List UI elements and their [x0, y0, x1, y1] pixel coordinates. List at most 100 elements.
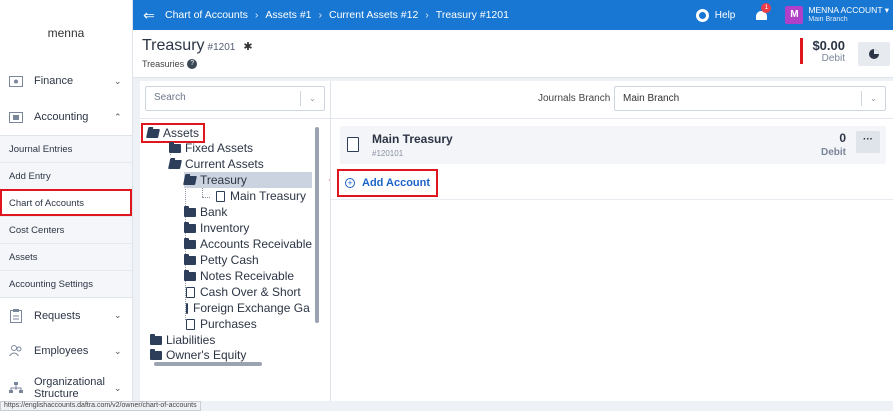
- breadcrumb-current-assets[interactable]: Current Assets #12: [329, 9, 418, 21]
- tree-node-owners-equity[interactable]: Owner's Equity: [150, 347, 246, 363]
- tree-node-petty-cash[interactable]: Petty Cash: [184, 252, 259, 268]
- folder-icon: [169, 141, 181, 153]
- account-balance-label: Debit: [821, 147, 846, 158]
- tree-node-label: Cash Over & Short: [200, 285, 301, 299]
- help-label: Help: [714, 9, 736, 21]
- account-name[interactable]: Main Treasury: [372, 132, 453, 146]
- org-chart-icon: [8, 381, 24, 395]
- tree-node-purchases[interactable]: Purchases: [186, 316, 257, 332]
- folder-icon: [184, 269, 196, 281]
- chevron-down-icon: ⌄: [114, 310, 122, 320]
- divider: [331, 199, 893, 200]
- tree-node-bank[interactable]: Bank: [184, 204, 227, 220]
- tree-node-label: Inventory: [200, 221, 250, 235]
- page-header: Treasury #1201 ✱ Treasuries ? $0.00 Debit: [133, 30, 893, 78]
- sidebar-subitem-cost-centers[interactable]: Cost Centers: [0, 216, 132, 243]
- chevron-down-icon[interactable]: ⌄: [861, 91, 885, 106]
- folder-icon: [184, 205, 196, 217]
- divider: [331, 118, 893, 119]
- sidebar-item-employees[interactable]: Employees ⌄: [0, 333, 132, 369]
- account-name: MENNA ACCOUNT: [808, 5, 883, 15]
- more-options-button[interactable]: ···: [856, 131, 880, 153]
- org-line-2: Structure: [34, 388, 79, 400]
- page-title: Treasury #1201 ✱: [142, 37, 253, 55]
- balance-summary: $0.00 Debit: [800, 38, 845, 64]
- sidebar-item-label: Employees: [34, 345, 89, 357]
- search-input[interactable]: Search ⌄: [145, 86, 325, 111]
- tree-node-label: Main Treasury: [230, 189, 307, 203]
- account-details-panel: Journals Branch Main Branch ⌄ Main Treas…: [330, 81, 893, 401]
- tree-node-label: Liabilities: [166, 333, 216, 347]
- sidebar: menna Finance ⌄ Accounting ⌃ Journal Ent…: [0, 0, 133, 411]
- sidebar-subitem-add-entry[interactable]: Add Entry: [0, 162, 132, 189]
- folder-icon: [150, 348, 162, 360]
- chart-button[interactable]: [858, 42, 890, 66]
- collapse-sidebar-icon[interactable]: ⇐: [133, 7, 165, 24]
- vertical-scrollbar[interactable]: [315, 127, 319, 323]
- sidebar-item-requests[interactable]: Requests ⌄: [0, 297, 132, 333]
- chevron-down-icon: ⌄: [114, 345, 122, 356]
- tree-node-current-assets[interactable]: Current Assets: [168, 156, 264, 172]
- file-icon: [216, 190, 225, 202]
- notification-badge: 1: [761, 3, 772, 13]
- file-icon: [186, 302, 188, 314]
- sidebar-subitem-assets[interactable]: Assets: [0, 243, 132, 270]
- sidebar-subitem-journal-entries[interactable]: Journal Entries: [0, 135, 132, 162]
- chevron-up-icon: ⌃: [114, 111, 122, 122]
- tree-node-label: Purchases: [200, 317, 257, 331]
- tree-node-label: Owner's Equity: [166, 348, 247, 362]
- status-url: https://englishaccounts.daftra.com/v2/ow…: [0, 401, 201, 411]
- sidebar-item-finance[interactable]: Finance ⌄: [0, 63, 132, 99]
- page-title-text: Treasury: [142, 37, 205, 54]
- breadcrumb-assets[interactable]: Assets #1: [265, 9, 311, 21]
- avatar[interactable]: M: [785, 6, 804, 24]
- help-question-icon[interactable]: ?: [187, 59, 198, 69]
- app-root: menna Finance ⌄ Accounting ⌃ Journal Ent…: [0, 0, 893, 411]
- accounting-icon: [8, 110, 24, 124]
- gear-icon[interactable]: ✱: [243, 41, 252, 53]
- account-row[interactable]: Main Treasury #120101 0 Debit ···: [340, 126, 886, 164]
- tree-node-assets[interactable]: Assets: [140, 123, 206, 143]
- tree-node-notes-receivable[interactable]: Notes Receivable: [184, 268, 294, 284]
- accounts-tree-panel: Search ⌄ Assets Fixed Assets Current Ass…: [140, 81, 374, 401]
- tree-node-inventory[interactable]: Inventory: [184, 220, 249, 236]
- sidebar-item-accounting[interactable]: Accounting ⌃: [0, 99, 132, 135]
- lifebuoy-icon: [695, 8, 709, 22]
- chevron-down-icon: ⌄: [114, 75, 122, 86]
- folder-open-icon: [146, 128, 160, 138]
- file-icon: [186, 286, 195, 298]
- folder-icon: [184, 221, 196, 233]
- breadcrumb-treasury[interactable]: Treasury #1201: [436, 9, 509, 21]
- page-title-code: #1201: [207, 42, 236, 53]
- add-account-button[interactable]: + Add Account: [336, 169, 439, 197]
- notifications-button[interactable]: 1: [755, 3, 772, 22]
- sidebar-item-label: Requests: [34, 309, 81, 322]
- breadcrumb-separator-icon: ›: [254, 9, 259, 21]
- tree-node-accounts-receivable[interactable]: Accounts Receivable: [184, 236, 312, 252]
- search-placeholder: Search: [154, 92, 186, 103]
- tree-node-main-treasury[interactable]: Main Treasury: [216, 188, 306, 204]
- tree-node-liabilities[interactable]: Liabilities: [150, 332, 215, 348]
- account-menu[interactable]: MENNA ACCOUNT ▾ Main Branch: [808, 6, 889, 24]
- tree-connector: [202, 197, 210, 198]
- horizontal-scrollbar[interactable]: [154, 362, 262, 366]
- folder-open-icon: [183, 175, 197, 185]
- tree-node-fixed-assets[interactable]: Fixed Assets: [169, 140, 253, 156]
- journals-branch-select[interactable]: Main Branch ⌄: [614, 86, 886, 111]
- tree-node-label: Assets: [163, 126, 200, 140]
- tree-node-fx-gains[interactable]: Foreign Exchange Gains: [186, 300, 310, 316]
- sidebar-subitem-chart-of-accounts[interactable]: Chart of Accounts: [0, 189, 132, 216]
- chevron-down-icon[interactable]: ⌄: [300, 91, 324, 106]
- account-balance: 0: [839, 131, 846, 145]
- tree-node-label: Current Assets: [185, 157, 264, 171]
- folder-icon: [184, 253, 196, 265]
- top-right-controls: Help 1 M MENNA ACCOUNT ▾ Main Branch: [695, 0, 893, 30]
- breadcrumb-chart-of-accounts[interactable]: Chart of Accounts: [165, 9, 248, 21]
- tree-node-label: Fixed Assets: [185, 141, 254, 155]
- help-button[interactable]: Help: [695, 8, 736, 22]
- add-account-label: Add Account: [362, 177, 431, 189]
- sidebar-subitem-accounting-settings[interactable]: Accounting Settings: [0, 270, 132, 297]
- brand-name[interactable]: menna: [0, 0, 132, 66]
- divider: [140, 118, 330, 119]
- tree-node-cash-over-short[interactable]: Cash Over & Short: [186, 284, 301, 300]
